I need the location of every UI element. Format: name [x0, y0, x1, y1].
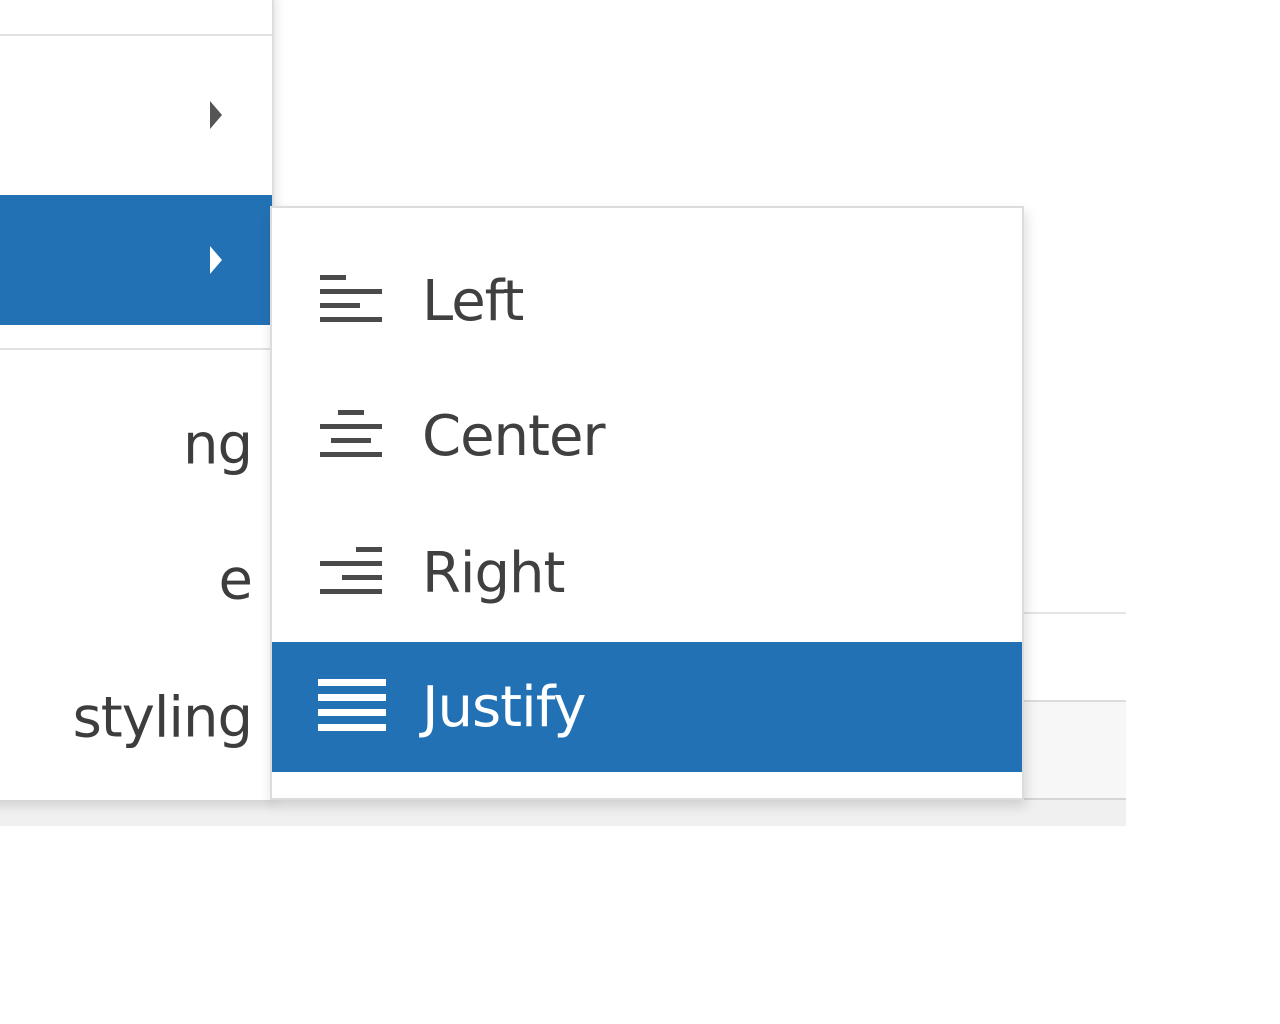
alignment-submenu: Left Center Right Justify: [270, 206, 1024, 800]
align-center-icon: [320, 410, 382, 457]
editor-status-area: [0, 800, 1126, 826]
align-right-icon: [320, 547, 382, 594]
align-center-item[interactable]: Center: [272, 371, 1022, 501]
context-menu: ng e styling: [0, 0, 274, 800]
menu-item[interactable]: ng: [0, 380, 252, 510]
menu-item-label: ng: [182, 412, 252, 478]
menu-item-label: e: [218, 547, 252, 613]
align-justify-label: Justify: [422, 674, 587, 740]
align-left-icon: [320, 275, 382, 322]
menu-separator: [0, 348, 272, 350]
align-right-label: Right: [422, 540, 565, 606]
align-justify-item[interactable]: Justify: [272, 642, 1022, 772]
align-left-item[interactable]: Left: [272, 236, 1022, 366]
chevron-right-icon: [210, 246, 222, 274]
menu-item[interactable]: e: [0, 515, 252, 645]
chevron-right-icon: [210, 101, 222, 129]
align-right-item[interactable]: Right: [272, 508, 1022, 638]
align-center-label: Center: [422, 403, 605, 469]
align-justify-icon: [318, 679, 386, 731]
screen: ng e styling Left Center Right Justify: [0, 0, 1280, 1024]
menu-item[interactable]: styling: [0, 653, 252, 783]
menu-item-align[interactable]: [0, 195, 272, 325]
menu-separator: [0, 34, 272, 36]
menu-item-label: styling: [72, 685, 252, 751]
menu-item-submenu[interactable]: [0, 50, 252, 180]
align-left-label: Left: [422, 268, 524, 334]
